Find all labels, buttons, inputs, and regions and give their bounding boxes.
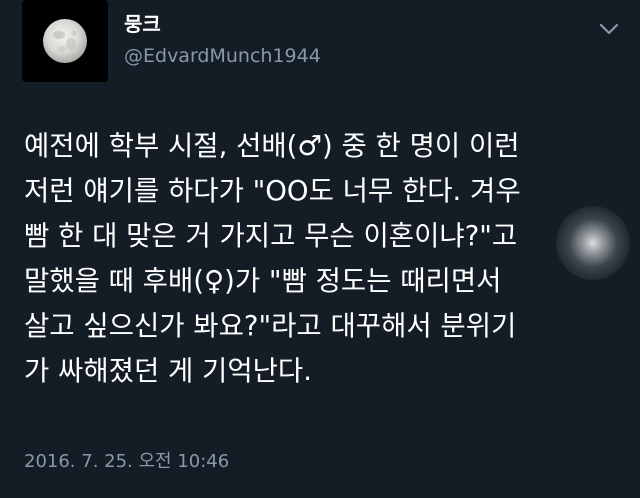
- avatar[interactable]: [22, 0, 108, 82]
- tweet-line: 저런 얘기를 하다가 "OO도 너무 한다. 겨우: [24, 175, 521, 207]
- tweet-line: 빰 한 대 맞은 거 가지고 무슨 이혼이냐?"고: [24, 220, 518, 252]
- tweet-text: 예전에 학부 시절, 선배(♂) 중 한 명이 이런 저런 얘기를 하다가 "O…: [24, 124, 624, 394]
- tweet-line: 예전에 학부 시절, 선배(♂) 중 한 명이 이런: [24, 130, 520, 162]
- chevron-down-icon: [599, 23, 619, 35]
- display-name[interactable]: 뭉크: [124, 12, 161, 36]
- user-handle[interactable]: @EdvardMunch1944: [124, 44, 321, 68]
- full-moon-icon: [22, 0, 108, 82]
- tweet-line: 살고 싶으신가 봐요?"라고 대꾸해서 분위기: [24, 310, 517, 342]
- tweet-card: 뭉크 @EdvardMunch1944 예전에 학부 시절, 선배(♂) 중 한…: [0, 0, 640, 498]
- tweet-line: 가 싸해졌던 게 기억난다.: [24, 355, 312, 387]
- tweet-timestamp[interactable]: 2016. 7. 25. 오전 10:46: [24, 450, 229, 474]
- tweet-line: 말했을 때 후배(♀)가 "빰 정도는 때리면서: [24, 265, 502, 297]
- tweet-menu-button[interactable]: [598, 20, 620, 38]
